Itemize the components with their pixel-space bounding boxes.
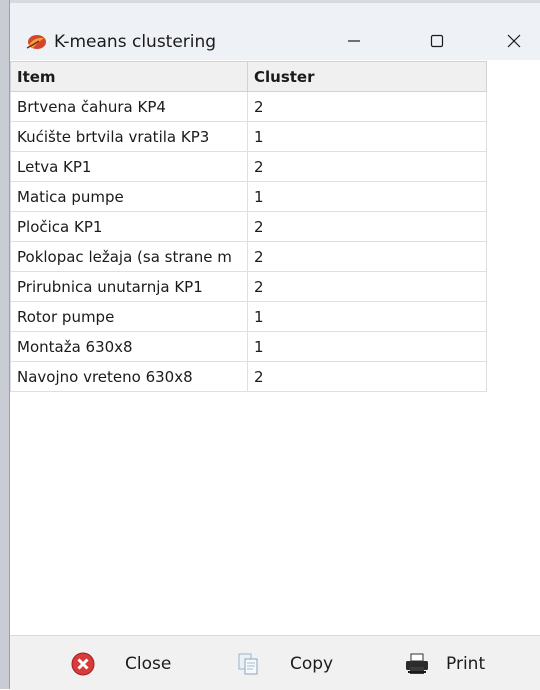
print-button[interactable]: Print bbox=[404, 646, 485, 682]
item-cell[interactable]: Pločica KP1 bbox=[10, 211, 248, 242]
kmeans-window: K-means clustering Item Cluster Brtvena … bbox=[9, 0, 540, 690]
maximize-button[interactable] bbox=[413, 25, 461, 59]
cluster-cell[interactable]: 2 bbox=[247, 241, 487, 272]
table-row[interactable]: Letva KP1 2 bbox=[10, 151, 487, 182]
background-window-edge bbox=[0, 0, 9, 689]
item-cell[interactable]: Brtvena čahura KP4 bbox=[10, 91, 248, 122]
table-row[interactable]: Prirubnica unutarnja KP1 2 bbox=[10, 271, 487, 302]
cluster-cell[interactable]: 1 bbox=[247, 301, 487, 332]
item-cell[interactable]: Montaža 630x8 bbox=[10, 331, 248, 362]
cluster-cell[interactable]: 2 bbox=[247, 361, 487, 392]
item-cell[interactable]: Prirubnica unutarnja KP1 bbox=[10, 271, 248, 302]
close-button[interactable]: Close bbox=[71, 646, 171, 682]
close-window-button[interactable] bbox=[490, 25, 538, 59]
cluster-cell[interactable]: 2 bbox=[247, 211, 487, 242]
table-row[interactable]: Pločica KP1 2 bbox=[10, 211, 487, 242]
table-row[interactable]: Matica pumpe 1 bbox=[10, 181, 487, 212]
maximize-icon bbox=[430, 33, 444, 52]
window-title: K-means clustering bbox=[54, 32, 217, 52]
item-cell[interactable]: Letva KP1 bbox=[10, 151, 248, 182]
close-button-label: Close bbox=[125, 654, 172, 674]
table-row[interactable]: Poklopac ležaja (sa strane m 2 bbox=[10, 241, 487, 272]
item-cell[interactable]: Rotor pumpe bbox=[10, 301, 248, 332]
cluster-cell[interactable]: 1 bbox=[247, 121, 487, 152]
copy-button[interactable]: Copy bbox=[236, 646, 333, 682]
close-circle-icon bbox=[71, 652, 95, 676]
print-button-label: Print bbox=[446, 654, 486, 674]
bottom-toolbar: Close Copy Print bbox=[10, 635, 540, 690]
cluster-cell[interactable]: 1 bbox=[247, 331, 487, 362]
table-row[interactable]: Brtvena čahura KP4 2 bbox=[10, 91, 487, 122]
copy-icon bbox=[236, 652, 260, 676]
minimize-button[interactable] bbox=[330, 25, 378, 59]
item-cell[interactable]: Matica pumpe bbox=[10, 181, 248, 212]
item-cell[interactable]: Navojno vreteno 630x8 bbox=[10, 361, 248, 392]
table-header-row: Item Cluster bbox=[10, 61, 487, 92]
close-icon bbox=[507, 33, 521, 52]
item-cell[interactable]: Kućište brtvila vratila KP3 bbox=[10, 121, 248, 152]
table-row[interactable]: Kućište brtvila vratila KP3 1 bbox=[10, 121, 487, 152]
app-leaf-icon bbox=[25, 33, 47, 51]
cluster-cell[interactable]: 2 bbox=[247, 271, 487, 302]
column-header-cluster[interactable]: Cluster bbox=[247, 61, 487, 92]
title-bar[interactable]: K-means clustering bbox=[10, 0, 540, 60]
cluster-cell[interactable]: 2 bbox=[247, 91, 487, 122]
copy-button-label: Copy bbox=[290, 654, 334, 674]
results-grid[interactable]: Item Cluster Brtvena čahura KP4 2 Kućišt… bbox=[10, 61, 487, 392]
column-header-item[interactable]: Item bbox=[10, 61, 248, 92]
printer-icon bbox=[404, 652, 428, 676]
table-row[interactable]: Rotor pumpe 1 bbox=[10, 301, 487, 332]
item-cell[interactable]: Poklopac ležaja (sa strane m bbox=[10, 241, 248, 272]
table-row[interactable]: Montaža 630x8 1 bbox=[10, 331, 487, 362]
table-row[interactable]: Navojno vreteno 630x8 2 bbox=[10, 361, 487, 392]
cluster-cell[interactable]: 2 bbox=[247, 151, 487, 182]
minimize-icon bbox=[347, 33, 361, 52]
cluster-cell[interactable]: 1 bbox=[247, 181, 487, 212]
